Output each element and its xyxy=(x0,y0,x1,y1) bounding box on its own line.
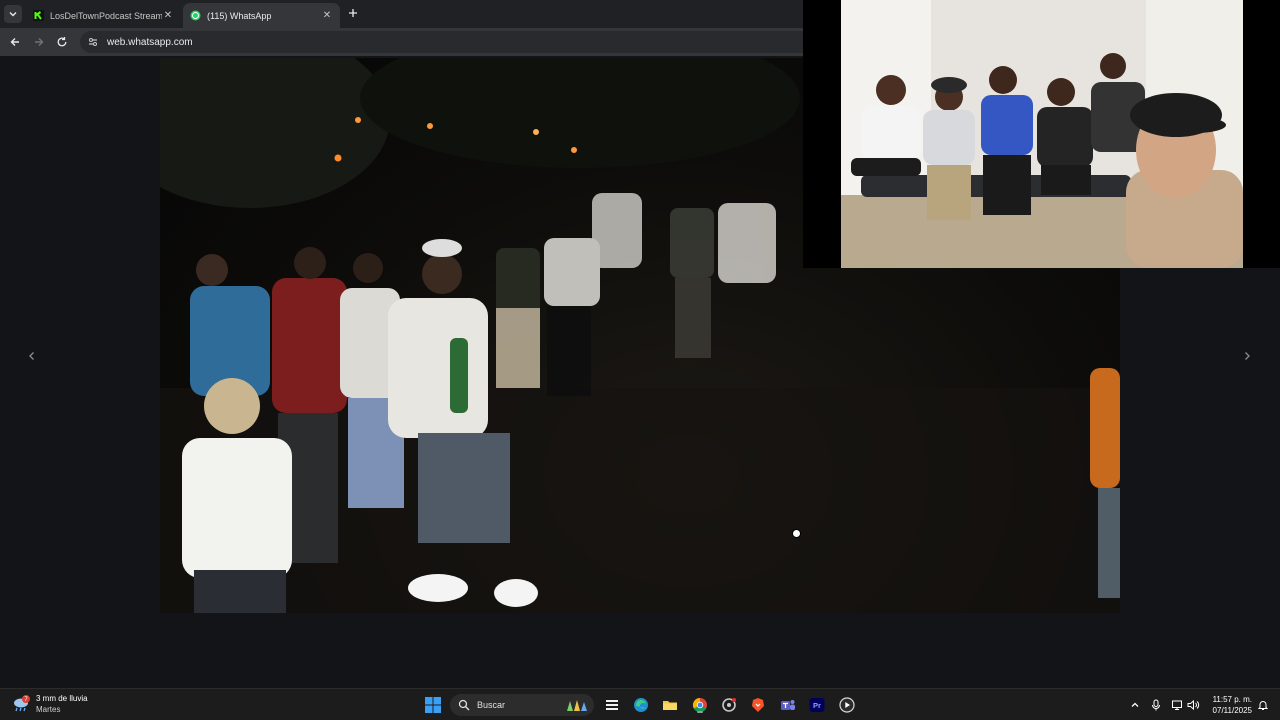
site-settings-icon[interactable] xyxy=(87,36,99,48)
webcam-feed xyxy=(841,0,1243,268)
previous-media-button[interactable] xyxy=(24,348,40,364)
taskbar-app-brave[interactable] xyxy=(749,696,767,714)
show-hidden-icons-button[interactable] xyxy=(1126,696,1144,714)
tab-whatsapp[interactable]: (115) WhatsApp ✕ xyxy=(183,3,340,28)
whatsapp-icon xyxy=(190,10,201,21)
search-highlight-icon xyxy=(567,700,587,711)
edge-icon xyxy=(634,698,648,712)
search-icon xyxy=(458,699,470,711)
bell-icon xyxy=(1257,701,1269,710)
taskbar-clock[interactable]: 11:57 p. m. 07/11/2025 xyxy=(1213,694,1252,716)
tab-label: (115) WhatsApp xyxy=(207,10,272,21)
microphone-icon xyxy=(1152,699,1160,711)
taskbar-app-chrome[interactable] xyxy=(691,696,709,714)
speaker-icon xyxy=(1187,699,1199,711)
start-button[interactable] xyxy=(424,696,442,714)
network-icon xyxy=(1172,700,1182,710)
clock-time: 11:57 p. m. xyxy=(1212,695,1252,704)
stack-icon xyxy=(606,700,618,710)
svg-text:Pr: Pr xyxy=(813,701,821,710)
reload-button[interactable] xyxy=(55,35,69,49)
teams-icon xyxy=(781,700,795,710)
chevron-right-icon xyxy=(1245,352,1250,360)
chevron-down-icon xyxy=(9,12,17,17)
arrow-left-icon xyxy=(10,38,19,46)
running-indicator xyxy=(697,711,703,713)
webcam-overlay xyxy=(803,0,1280,268)
url-text: web.whatsapp.com xyxy=(107,36,193,48)
kick-icon xyxy=(33,10,44,21)
taskbar-search-box[interactable]: Buscar xyxy=(450,694,594,716)
brave-lion-icon xyxy=(752,698,764,712)
windows-logo-icon xyxy=(425,697,441,713)
taskbar-app-file-explorer[interactable] xyxy=(661,696,679,714)
address-bar[interactable]: web.whatsapp.com xyxy=(80,31,803,53)
back-button[interactable] xyxy=(8,35,22,49)
gear-icon xyxy=(722,698,736,712)
search-label: Buscar xyxy=(477,700,506,710)
new-tab-button[interactable] xyxy=(345,5,361,21)
rain-cloud-icon: 7 xyxy=(14,695,30,712)
weather-day: Martes xyxy=(36,705,61,714)
chevron-up-icon xyxy=(1131,702,1139,707)
microphone-tray-button[interactable] xyxy=(1147,696,1165,714)
windows-taskbar: 7 3 mm de lluvia Martes Buscar Pr 11:57 … xyxy=(0,688,1280,720)
tab-search-button[interactable] xyxy=(4,5,22,23)
chevron-left-icon xyxy=(29,352,34,360)
forward-button[interactable] xyxy=(32,35,46,49)
mouse-cursor xyxy=(792,529,801,538)
next-media-button[interactable] xyxy=(1239,348,1255,364)
weather-summary: 3 mm de lluvia xyxy=(36,694,88,703)
plus-icon xyxy=(349,9,357,17)
play-icon xyxy=(839,697,855,713)
taskbar-app-edge[interactable] xyxy=(632,696,650,714)
clock-date: 07/11/2025 xyxy=(1212,706,1252,715)
reload-icon xyxy=(57,37,67,47)
taskbar-app-steam[interactable] xyxy=(720,696,738,714)
browser-toolbar: web.whatsapp.com xyxy=(0,28,803,56)
arrow-right-icon xyxy=(35,38,44,46)
tab-losdeltown-stream[interactable]: LosDelTownPodcast Stream - W ✕ xyxy=(26,3,181,28)
taskbar-app-premiere[interactable]: Pr xyxy=(808,696,826,714)
taskbar-app-media-player[interactable] xyxy=(838,696,856,714)
tab-label: LosDelTownPodcast Stream - W xyxy=(50,10,162,21)
close-icon[interactable]: ✕ xyxy=(162,10,174,21)
premiere-pro-icon: Pr xyxy=(809,698,825,712)
taskbar-app-teams[interactable] xyxy=(779,696,797,714)
volume-tray-button[interactable] xyxy=(1184,696,1202,714)
weather-widget[interactable]: 7 3 mm de lluvia Martes xyxy=(12,693,88,715)
folder-icon xyxy=(663,701,677,710)
notifications-button[interactable] xyxy=(1254,696,1272,714)
close-icon[interactable]: ✕ xyxy=(321,10,333,21)
browser-tab-strip: LosDelTownPodcast Stream - W ✕ (115) Wha… xyxy=(0,0,803,28)
taskbar-app-widgets[interactable] xyxy=(603,696,621,714)
